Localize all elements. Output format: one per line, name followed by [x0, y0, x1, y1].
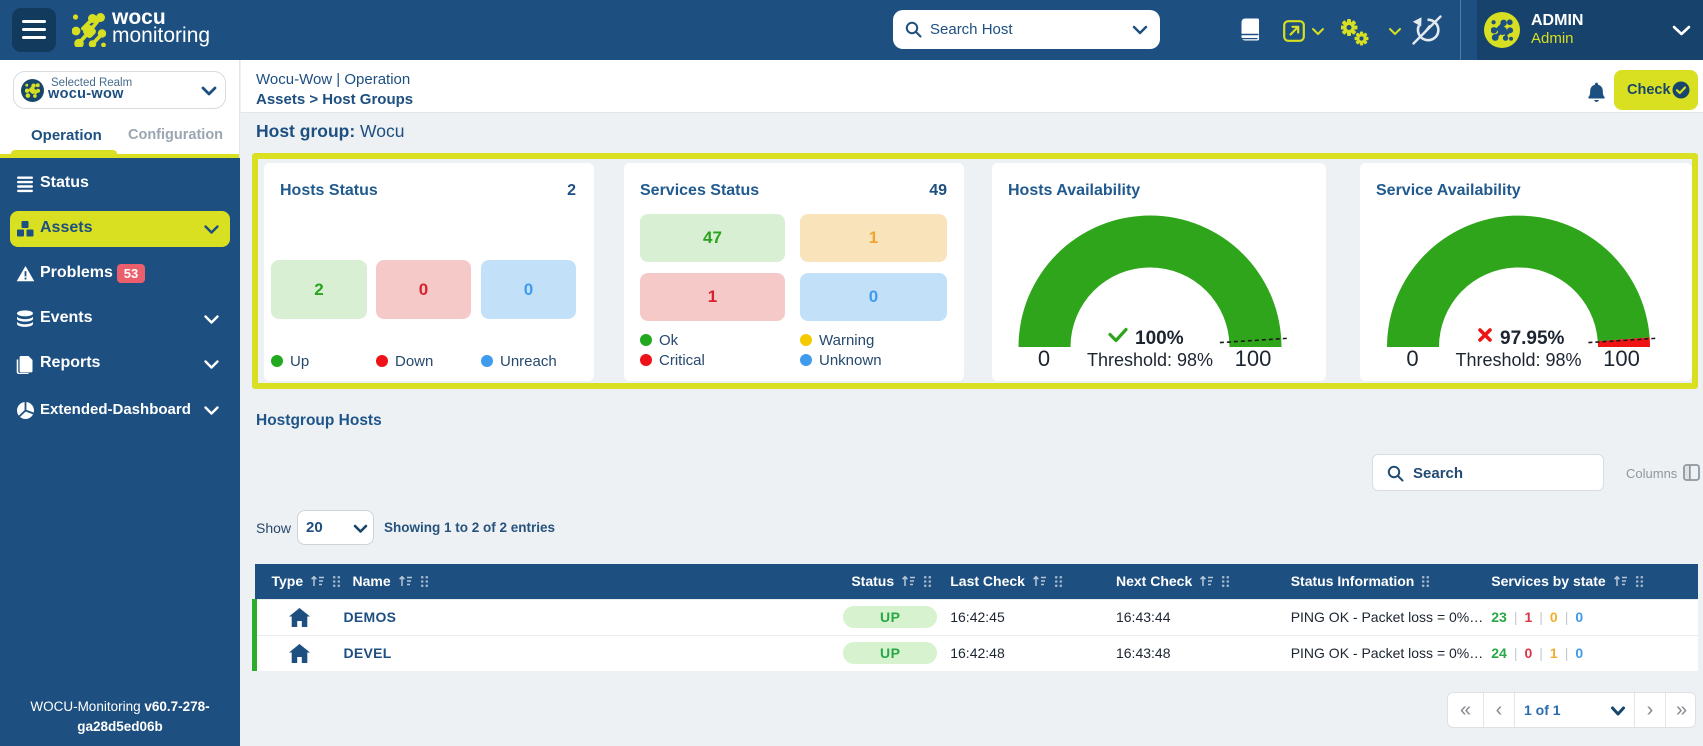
svg-text:100: 100	[1235, 346, 1272, 371]
svg-text:Threshold: 98%: Threshold: 98%	[1087, 350, 1213, 370]
svg-text:0: 0	[1406, 346, 1418, 371]
svg-text:97.95%: 97.95%	[1500, 328, 1565, 349]
svg-text:0: 0	[1038, 346, 1050, 371]
svg-text:100%: 100%	[1135, 328, 1184, 349]
svg-text:Threshold: 98%: Threshold: 98%	[1455, 350, 1581, 370]
svg-text:100: 100	[1603, 346, 1640, 371]
